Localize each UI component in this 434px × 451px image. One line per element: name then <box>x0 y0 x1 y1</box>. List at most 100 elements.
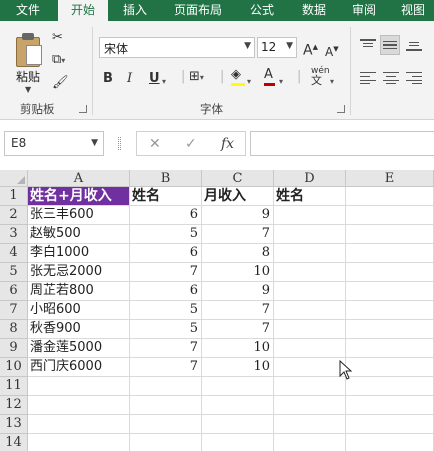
column-header-b[interactable]: B <box>130 170 202 187</box>
cell-a1[interactable]: 姓名+月收入 <box>28 187 130 206</box>
cell-b3[interactable]: 5 <box>130 225 202 244</box>
cell-e1[interactable] <box>346 187 434 206</box>
align-middle-button[interactable] <box>380 35 400 55</box>
row-header-10[interactable]: 10 <box>0 358 28 377</box>
insert-function-icon[interactable]: fx <box>221 136 234 152</box>
cell-c9[interactable]: 10 <box>202 339 274 358</box>
cell-a8[interactable]: 秋香900 <box>28 320 130 339</box>
cell-c6[interactable]: 9 <box>202 282 274 301</box>
cell-a6[interactable]: 周芷若800 <box>28 282 130 301</box>
cell-c1[interactable]: 月收入 <box>202 187 274 206</box>
tab-view[interactable]: 视图 <box>392 0 434 21</box>
cell-d9[interactable] <box>274 339 346 358</box>
row-header-1[interactable]: 1 <box>0 187 28 206</box>
row-header-7[interactable]: 7 <box>0 301 28 320</box>
cell-e14[interactable] <box>346 434 434 451</box>
font-name-dropdown[interactable]: 宋体 ▼ <box>99 37 255 58</box>
cell-b9[interactable]: 7 <box>130 339 202 358</box>
cell-b14[interactable] <box>130 434 202 451</box>
underline-dropdown[interactable]: ▾ <box>162 73 166 90</box>
tab-page-layout[interactable]: 页面布局 <box>166 0 230 21</box>
align-center-button[interactable] <box>383 72 399 84</box>
cell-b6[interactable]: 6 <box>130 282 202 301</box>
row-header-5[interactable]: 5 <box>0 263 28 282</box>
format-painter-icon[interactable]: 🖌 <box>52 76 69 90</box>
row-header-3[interactable]: 3 <box>0 225 28 244</box>
cell-a2[interactable]: 张三丰600 <box>28 206 130 225</box>
cell-e12[interactable] <box>346 396 434 415</box>
tab-formulas[interactable]: 公式 <box>240 0 284 21</box>
tab-home[interactable]: 开始 <box>58 0 108 21</box>
font-size-dropdown[interactable]: 12 ▼ <box>257 37 297 58</box>
cell-a7[interactable]: 小昭600 <box>28 301 130 320</box>
phonetic-dropdown[interactable]: ▾ <box>330 73 334 90</box>
cell-e7[interactable] <box>346 301 434 320</box>
align-right-button[interactable] <box>406 72 422 84</box>
cell-e8[interactable] <box>346 320 434 339</box>
row-header-13[interactable]: 13 <box>0 415 28 434</box>
copy-icon[interactable]: ⧉▾ <box>52 53 65 68</box>
cell-d2[interactable] <box>274 206 346 225</box>
cell-c13[interactable] <box>202 415 274 434</box>
cell-c4[interactable]: 8 <box>202 244 274 263</box>
cell-c10[interactable]: 10 <box>202 358 274 377</box>
shrink-font-button[interactable]: A▼ <box>325 42 339 59</box>
italic-button[interactable]: I <box>127 71 132 87</box>
cell-b11[interactable] <box>130 377 202 396</box>
column-header-e[interactable]: E <box>346 170 434 187</box>
cell-d12[interactable] <box>274 396 346 415</box>
cell-d5[interactable] <box>274 263 346 282</box>
row-header-14[interactable]: 14 <box>0 434 28 451</box>
border-button[interactable]: ⊞▾ <box>189 69 204 86</box>
cell-d14[interactable] <box>274 434 346 451</box>
row-header-8[interactable]: 8 <box>0 320 28 339</box>
grow-font-button[interactable]: A▲ <box>303 40 318 58</box>
cell-c11[interactable] <box>202 377 274 396</box>
phonetic-button[interactable]: wén 文 <box>311 67 330 87</box>
cell-c5[interactable]: 10 <box>202 263 274 282</box>
cell-b1[interactable]: 姓名 <box>130 187 202 206</box>
cancel-icon[interactable]: ✕ <box>149 136 161 152</box>
cell-b8[interactable]: 5 <box>130 320 202 339</box>
cell-d8[interactable] <box>274 320 346 339</box>
font-launcher-icon[interactable] <box>337 105 345 113</box>
cell-e6[interactable] <box>346 282 434 301</box>
align-top-button[interactable] <box>360 39 376 51</box>
column-header-d[interactable]: D <box>274 170 346 187</box>
name-box[interactable]: E8 ▼ <box>4 131 104 156</box>
cell-b2[interactable]: 6 <box>130 206 202 225</box>
cell-e10[interactable] <box>346 358 434 377</box>
align-left-button[interactable] <box>360 72 376 84</box>
font-color-dropdown[interactable]: ▾ <box>279 73 283 90</box>
underline-button[interactable]: U <box>149 71 160 87</box>
row-header-9[interactable]: 9 <box>0 339 28 358</box>
cell-e11[interactable] <box>346 377 434 396</box>
cell-e4[interactable] <box>346 244 434 263</box>
cell-c8[interactable]: 7 <box>202 320 274 339</box>
cell-d10[interactable] <box>274 358 346 377</box>
cell-e3[interactable] <box>346 225 434 244</box>
cell-a10[interactable]: 西门庆6000 <box>28 358 130 377</box>
cell-d13[interactable] <box>274 415 346 434</box>
cell-b4[interactable]: 6 <box>130 244 202 263</box>
cell-d1[interactable]: 姓名 <box>274 187 346 206</box>
column-header-a[interactable]: A <box>28 170 130 187</box>
fill-color-dropdown[interactable]: ▾ <box>247 73 251 90</box>
row-header-6[interactable]: 6 <box>0 282 28 301</box>
cell-b13[interactable] <box>130 415 202 434</box>
cell-b7[interactable]: 5 <box>130 301 202 320</box>
cell-b5[interactable]: 7 <box>130 263 202 282</box>
cell-a5[interactable]: 张无忌2000 <box>28 263 130 282</box>
cell-d11[interactable] <box>274 377 346 396</box>
cell-a9[interactable]: 潘金莲5000 <box>28 339 130 358</box>
cell-a13[interactable] <box>28 415 130 434</box>
cell-e2[interactable] <box>346 206 434 225</box>
cell-d7[interactable] <box>274 301 346 320</box>
cell-e5[interactable] <box>346 263 434 282</box>
cell-b12[interactable] <box>130 396 202 415</box>
tab-insert[interactable]: 插入 <box>112 0 158 21</box>
clipboard-launcher-icon[interactable] <box>79 105 87 113</box>
row-header-2[interactable]: 2 <box>0 206 28 225</box>
cut-icon[interactable]: ✂ <box>52 31 63 45</box>
cell-a12[interactable] <box>28 396 130 415</box>
